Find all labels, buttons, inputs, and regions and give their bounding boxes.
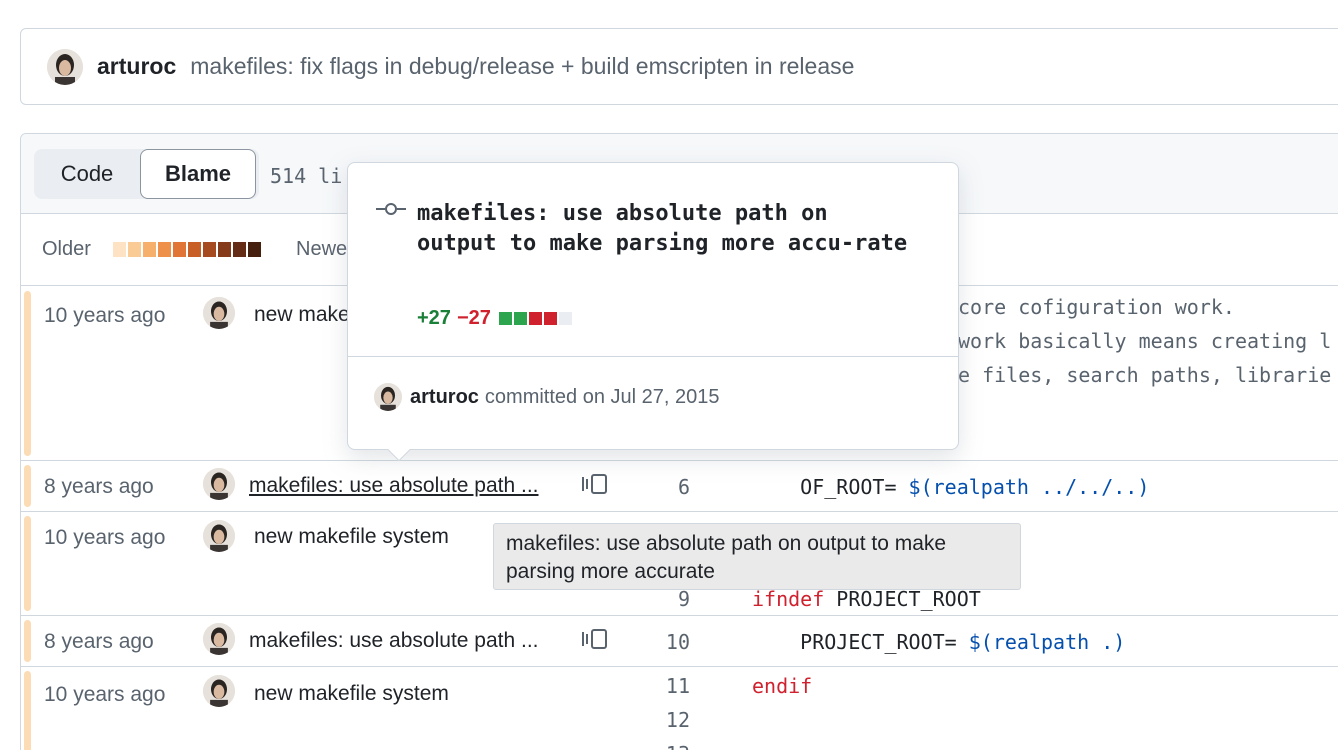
diffstat-block [513,312,527,325]
commit-message-link[interactable]: makefiles: fix flags in debug/release + … [190,53,854,80]
avatar[interactable] [203,520,235,552]
commit-icon [376,201,406,217]
code-rest: PROJECT_ROOT [824,587,981,611]
commit-age: 8 years ago [44,475,154,498]
code-line: work basically means creating l [958,329,1332,353]
code-keyword: endif [752,674,813,698]
code-line: core cofiguration work. [958,295,1235,319]
age-bar [24,465,31,507]
hovercard-title[interactable]: makefiles: use absolute path on output t… [417,199,917,259]
reblame-icon[interactable] [580,473,610,495]
lines-info: 514 li [270,164,343,188]
additions-count: +27 [417,307,451,329]
legend-newer-label: Newe [296,238,348,260]
commit-hovercard: makefiles: use absolute path on output t… [347,162,959,462]
age-swatch [158,242,171,257]
line-number[interactable]: 6 [640,475,690,499]
commit-age: 10 years ago [44,683,166,706]
commit-age: 8 years ago [44,630,154,653]
age-swatches [113,242,261,257]
diffstat-bar [498,312,572,325]
age-bar [24,291,31,456]
commit-message-link[interactable]: new makefile system [254,682,449,706]
author-avatar[interactable] [47,48,83,85]
code-line: OF_ROOT= $(realpath ../../..) [752,475,1149,499]
line-number[interactable]: 13 [640,742,690,750]
blame-row: 8 years ago makefiles: use absolute path… [20,616,1338,667]
commit-message-link[interactable]: new makefile system [254,525,449,549]
age-swatch [218,242,231,257]
hovercard-author[interactable]: arturoc [410,386,479,409]
line-number[interactable]: 9 [640,587,690,611]
reblame-icon[interactable] [580,628,610,650]
age-bar [24,671,31,750]
commit-age: 10 years ago [44,304,166,327]
line-number[interactable]: 12 [640,708,690,732]
commit-age: 10 years ago [44,526,166,549]
commit-message-link[interactable]: makefiles: use absolute path ... [249,474,539,498]
avatar[interactable] [203,675,235,707]
diffstat-block [528,312,542,325]
code-rest: ../../..) [1028,475,1150,499]
hovercard-committed-date: committed on Jul 27, 2015 [484,385,720,408]
line-number[interactable]: 10 [640,630,690,654]
age-swatch [248,242,261,257]
commit-message-tooltip: makefiles: use absolute path on output t… [493,523,1021,590]
code-ident: OF_ROOT= [800,475,909,499]
diffstat-block [498,312,512,325]
age-swatch [113,242,126,257]
age-bar [24,620,31,662]
age-bar [24,516,31,611]
age-swatch [173,242,186,257]
age-swatch [233,242,246,257]
author-avatar[interactable] [374,383,402,411]
code-blame-toggle: Code Blame [34,149,259,199]
age-swatch [128,242,141,257]
code-rest: .) [1089,630,1126,654]
avatar[interactable] [203,623,235,655]
line-number[interactable]: 11 [640,674,690,698]
code-ident: PROJECT_ROOT= [800,630,969,654]
deletions-count: −27 [456,307,491,329]
commit-author-link[interactable]: arturoc [97,53,176,80]
age-swatch [188,242,201,257]
blame-row: 10 years ago new makefile system 11 12 1… [20,667,1338,750]
blame-row: 8 years ago makefiles: use absolute path… [20,461,1338,512]
hovercard-divider [348,356,958,357]
diffstat-block [543,312,557,325]
avatar[interactable] [203,468,235,500]
code-line: ifndef PROJECT_ROOT [752,587,981,611]
blame-tab[interactable]: Blame [140,149,256,199]
avatar[interactable] [203,297,235,329]
hovercard-footer: arturoc committed on Jul 27, 2015 [374,383,720,411]
age-swatch [143,242,156,257]
age-swatch [203,242,216,257]
code-keyword: ifndef [752,587,825,611]
diff-stats: +27 −27 [417,307,572,330]
commit-message-link[interactable]: makefiles: use absolute path ... [249,629,539,653]
code-line: PROJECT_ROOT= $(realpath .) [752,630,1125,654]
commit-message-link[interactable]: new make [254,303,350,327]
code-function: $(realpath [968,630,1090,654]
legend-older-label: Older [42,238,91,260]
diffstat-block [558,312,572,325]
latest-commit-card: arturoc makefiles: fix flags in debug/re… [20,28,1338,105]
code-line: e files, search paths, librarie [958,363,1332,387]
code-tab[interactable]: Code [34,149,140,199]
code-function: $(realpath [908,475,1029,499]
